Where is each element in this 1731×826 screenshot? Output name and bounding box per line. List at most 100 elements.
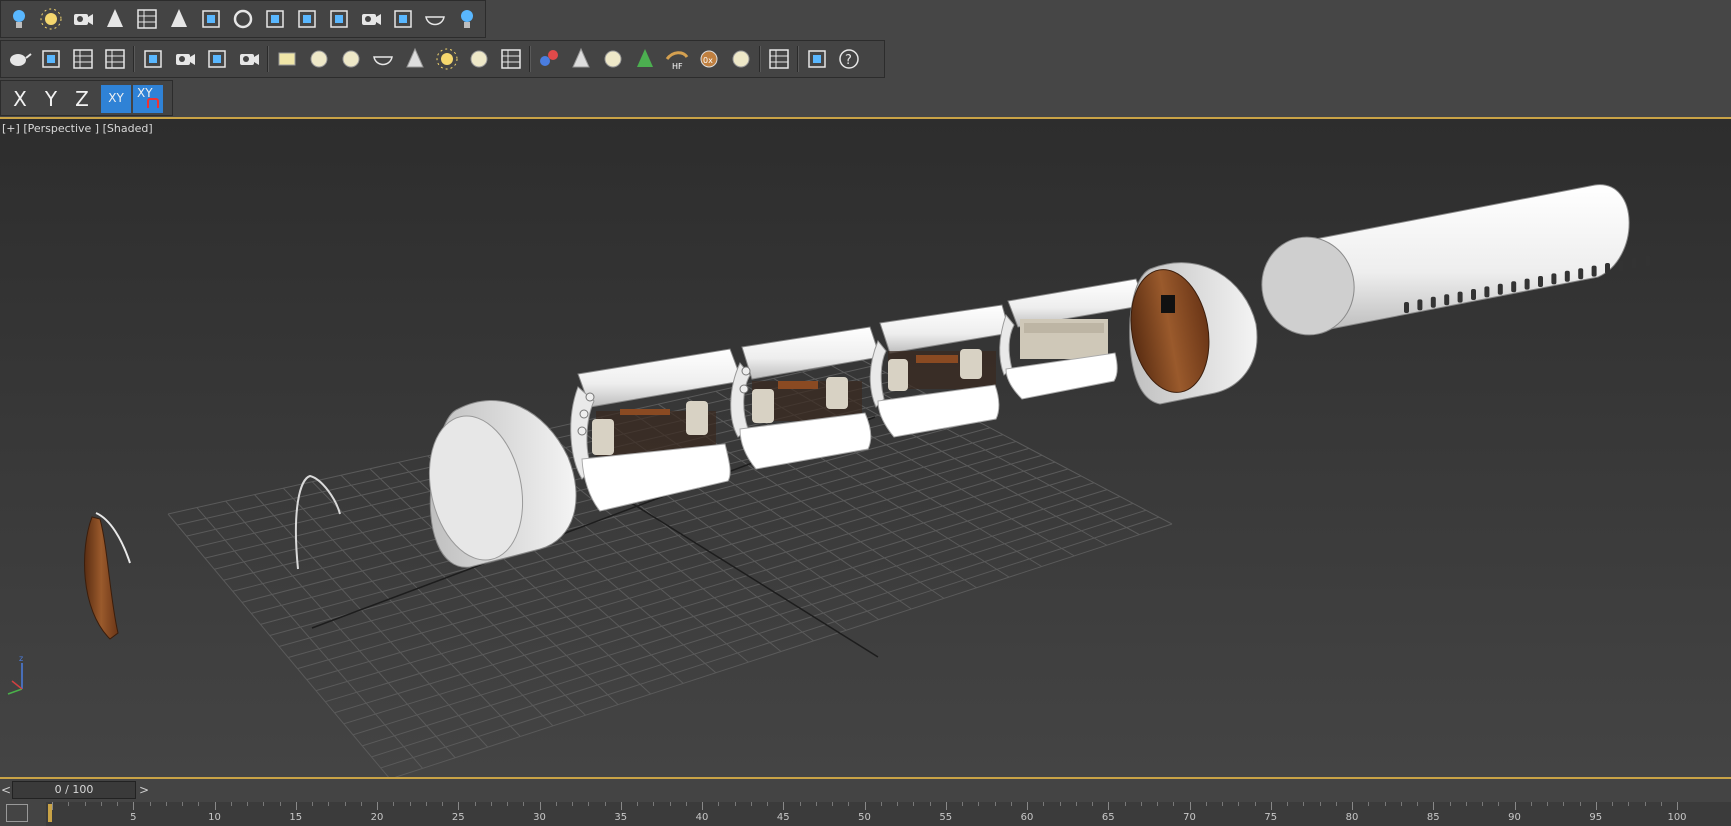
track-bar-toggle-icon[interactable] [6, 804, 28, 822]
timeline-tick [799, 802, 801, 806]
timeline-tick [1514, 802, 1516, 810]
timeline-tick-label: 30 [533, 812, 546, 823]
light-bulb-icon[interactable] [5, 5, 33, 33]
hemisphere-icon[interactable] [305, 45, 333, 73]
toolbar-separator [759, 46, 761, 72]
mirror-icon[interactable] [203, 45, 231, 73]
camera-rig-icon[interactable] [357, 5, 385, 33]
timeline-tick-label: 5 [130, 812, 137, 823]
gear-sphere-icon[interactable] [599, 45, 627, 73]
camera-icon[interactable] [171, 45, 199, 73]
pine-tree-icon[interactable] [165, 5, 193, 33]
xy-lock-button[interactable]: XY [133, 85, 163, 113]
render-frame-icon[interactable] [325, 5, 353, 33]
cabin-section-2[interactable] [730, 326, 881, 470]
help-icon[interactable]: ? [835, 45, 863, 73]
timeline-tick [182, 802, 183, 806]
timeline-tick [864, 802, 866, 810]
next-frame-button[interactable]: > [138, 781, 150, 799]
timeline-tick [1612, 802, 1613, 806]
svg-text:0x: 0x [703, 56, 713, 65]
grass-icon[interactable] [631, 45, 659, 73]
timeline-tick [1482, 802, 1483, 806]
pyramid-wire-icon[interactable] [567, 45, 595, 73]
time-slider-handle[interactable]: 0 / 100 [12, 781, 136, 799]
timeline-tick [52, 802, 53, 810]
basket-icon[interactable] [369, 45, 397, 73]
timeline-tick [555, 802, 557, 806]
timeline-tick [1644, 802, 1646, 806]
timeline-tick [1059, 802, 1061, 806]
timeline-tick [474, 802, 476, 806]
move-box-icon[interactable] [293, 5, 321, 33]
timeline-tick [1287, 802, 1288, 806]
scene-canvas[interactable]: z [0, 119, 1731, 779]
door-panel[interactable] [84, 512, 131, 640]
axis-constraints-toolbar: X Y Z XY XY [0, 80, 173, 116]
timeline-tick [117, 802, 118, 806]
layers-icon[interactable] [261, 5, 289, 33]
sphere-light-icon[interactable] [337, 45, 365, 73]
x-axis-button[interactable]: X [5, 85, 35, 113]
viewport-frame-icon[interactable] [389, 5, 417, 33]
timeline-tick [1027, 802, 1028, 810]
timeline-tick [230, 802, 232, 806]
cabin-section-1[interactable] [570, 348, 743, 512]
bulb-outline-icon[interactable] [453, 5, 481, 33]
list-icon[interactable] [69, 45, 97, 73]
timeline-tick [1433, 802, 1435, 810]
sun-light-icon[interactable] [37, 5, 65, 33]
timeline-tick-label: 15 [289, 812, 303, 823]
table-grid-icon[interactable] [101, 45, 129, 73]
mobile-icon[interactable] [197, 5, 225, 33]
track-bar[interactable]: 5 10 15 20 25 30 35 40 45 50 55 60 65 70 75 80 85 90 95 100 [46, 802, 1731, 826]
tail-fuselage[interactable] [1253, 184, 1651, 344]
plane-icon[interactable] [273, 45, 301, 73]
xy-plane-button[interactable]: XY [101, 85, 131, 113]
cone-icon[interactable] [401, 45, 429, 73]
list-panel-icon[interactable] [133, 5, 161, 33]
render-camera-icon[interactable] [235, 45, 263, 73]
timeline-tick [1628, 802, 1630, 806]
teapot-icon[interactable] [5, 45, 33, 73]
timeline-tick [458, 802, 460, 810]
timeline-tick-label: 55 [939, 812, 953, 823]
sun-icon[interactable] [433, 45, 461, 73]
material-grid-icon[interactable] [765, 45, 793, 73]
prev-frame-button[interactable]: < [0, 781, 12, 799]
trees-icon[interactable] [101, 5, 129, 33]
molecule-icon[interactable] [535, 45, 563, 73]
nose-cap[interactable] [417, 400, 577, 568]
timeline-tick [1335, 802, 1337, 806]
camera-group-icon[interactable] [69, 5, 97, 33]
file-export-icon[interactable] [803, 45, 831, 73]
timeline-tick [1530, 802, 1532, 806]
door-frame-arch[interactable] [294, 474, 341, 570]
timeline-tick-label: 70 [1183, 812, 1196, 823]
light-manager-icon[interactable] [139, 45, 167, 73]
timeline-tick [945, 802, 947, 810]
hair-fur-icon[interactable]: HF [663, 45, 691, 73]
timeline-tick [637, 802, 638, 806]
perspective-viewport[interactable]: [+] [Perspective ] [Shaded] z [0, 117, 1731, 779]
z-axis-button[interactable]: Z [67, 85, 97, 113]
timeline-tick [962, 802, 963, 806]
y-axis-button[interactable]: Y [36, 85, 66, 113]
svg-text:z: z [19, 654, 23, 663]
dots-grid-icon[interactable] [497, 45, 525, 73]
timeline-tick [880, 802, 882, 806]
bulkhead-door-section[interactable] [1122, 262, 1258, 405]
shade-sphere-icon[interactable] [727, 45, 755, 73]
cabin-section-4[interactable] [999, 278, 1147, 400]
timeline-tick [1043, 802, 1045, 806]
rotate-icon[interactable] [229, 5, 257, 33]
timeline-tick [1238, 802, 1240, 806]
material-editor-icon[interactable] [37, 45, 65, 73]
dish-icon[interactable] [421, 5, 449, 33]
timeline-tick [832, 802, 833, 806]
timeline-tick [1010, 802, 1012, 806]
timeline-tick [750, 802, 752, 806]
ring-light-icon[interactable] [465, 45, 493, 73]
scatter-icon[interactable]: 0x [695, 45, 723, 73]
cabin-section-3[interactable] [869, 304, 1011, 438]
